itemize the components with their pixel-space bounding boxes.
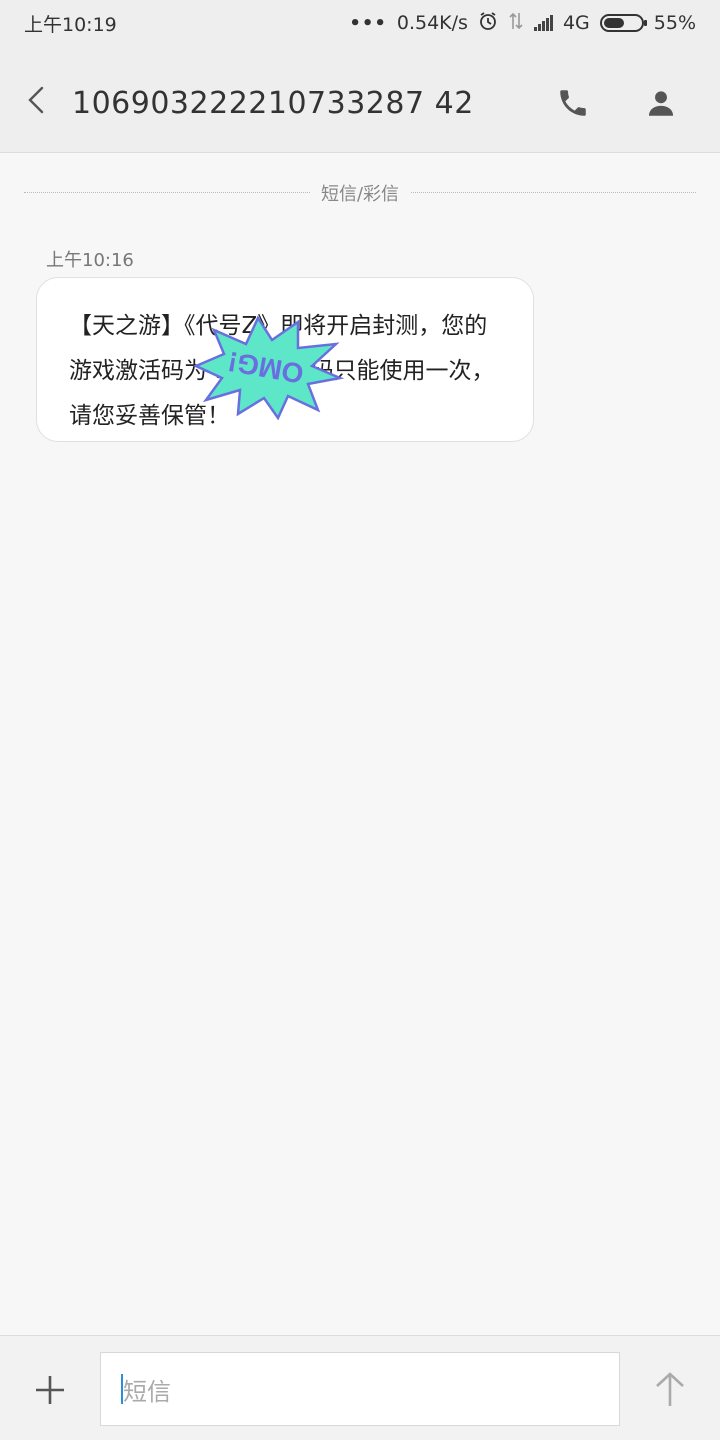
message-timestamp: 上午10:16 <box>46 250 134 271</box>
arrow-up-icon <box>656 1372 684 1406</box>
status-time: 上午10:19 <box>24 14 117 36</box>
message-input-placeholder: 短信 <box>123 1377 171 1406</box>
add-attachment-button[interactable] <box>32 1372 68 1408</box>
status-bar: 上午10:19 ••• 0.54K/s 4G 55% <box>0 0 720 46</box>
message-input[interactable]: 短信 <box>100 1352 620 1426</box>
signal-icon <box>533 15 553 31</box>
data-transfer-icon <box>508 11 524 36</box>
chevron-left-icon <box>28 86 44 114</box>
network-type: 4G <box>562 12 590 34</box>
battery-percent: 55% <box>653 12 696 34</box>
compose-bar: 短信 <box>0 1335 720 1440</box>
more-notifications-icon: ••• <box>349 12 387 34</box>
network-speed: 0.54K/s <box>396 12 468 34</box>
back-button[interactable] <box>22 82 54 118</box>
contact-phone-number: 106903222210733287 42 <box>72 86 474 121</box>
plus-icon <box>36 1376 64 1404</box>
alarm-icon <box>478 11 498 36</box>
status-icons: ••• 0.54K/s 4G 55% <box>349 9 696 37</box>
phone-icon <box>560 90 586 116</box>
battery-icon <box>599 14 647 32</box>
conversation-header: 106903222210733287 42 <box>0 46 720 153</box>
contact-button[interactable] <box>644 86 678 120</box>
message-type-divider: 短信/彩信 <box>310 180 410 206</box>
person-icon <box>648 91 674 116</box>
send-button[interactable] <box>652 1370 688 1408</box>
omg-sticker: OMG! <box>192 315 345 420</box>
call-button[interactable] <box>556 86 590 120</box>
